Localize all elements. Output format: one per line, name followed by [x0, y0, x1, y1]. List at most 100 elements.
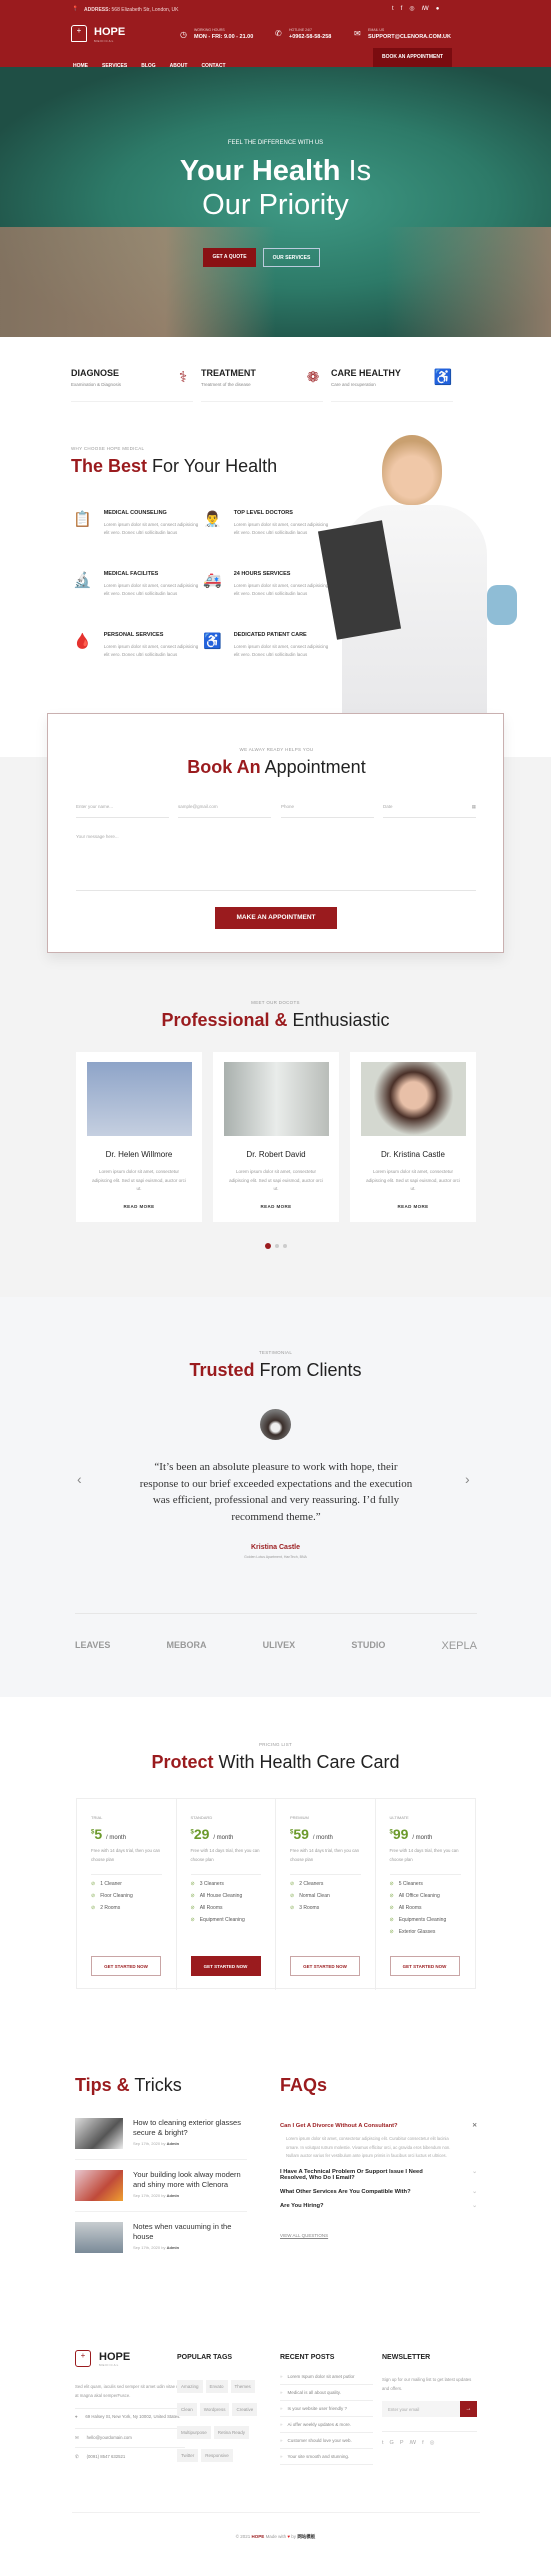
check-circle-icon: ⊘: [190, 1893, 195, 1899]
twitter-icon[interactable]: t: [392, 6, 401, 12]
post-item[interactable]: Your building look alway modern and shin…: [75, 2170, 247, 2212]
email-label: EMAIL US: [368, 28, 385, 32]
get-started-button[interactable]: GET STARTED NOW: [290, 1956, 360, 1976]
date-input[interactable]: Date ▦: [383, 804, 476, 818]
prev-arrow-icon[interactable]: ‹: [77, 1471, 82, 1487]
logo-leaves: LEAVES: [75, 1640, 111, 1650]
tag[interactable]: Multipurpose: [177, 2426, 211, 2439]
footer-email[interactable]: hello@yourdomain.com: [87, 2435, 132, 2441]
arrow-right-icon[interactable]: →: [460, 2401, 477, 2417]
view-all-questions-link[interactable]: VIEW ALL QUESTIONS: [280, 2233, 477, 2238]
email[interactable]: SUPPORT@CLENORA.COM.UK: [368, 34, 451, 40]
carousel-dots: [265, 1243, 287, 1249]
chevron-right-icon: »: [280, 2454, 283, 2459]
tag[interactable]: Clean: [177, 2403, 197, 2416]
phone-input[interactable]: Phone: [281, 804, 374, 818]
doctor-photo: [223, 1062, 329, 1136]
dribbble-icon[interactable]: ●: [436, 6, 447, 12]
chevron-down-icon[interactable]: ⌄: [472, 2169, 477, 2181]
footer-phone[interactable]: (0091) 8547 632521: [87, 2454, 126, 2460]
get-started-button[interactable]: GET STARTED NOW: [91, 1956, 161, 1976]
pricing-plan-trial: TRIAL $5 / month Free with 14 days trial…: [77, 1799, 177, 1990]
calendar-icon[interactable]: ▦: [472, 804, 476, 810]
tag[interactable]: Themes: [230, 2380, 255, 2393]
rss-icon[interactable]: ꟿ: [409, 2440, 422, 2446]
chevron-down-icon[interactable]: ⌄: [472, 2189, 477, 2195]
carousel-dot[interactable]: [275, 1244, 279, 1248]
faq-question-open[interactable]: Can I Get A Divorce Without A Consultant…: [280, 2123, 477, 2129]
post-title[interactable]: How to cleaning exterior glasses secure …: [133, 2118, 247, 2138]
get-started-button[interactable]: GET STARTED NOW: [190, 1956, 261, 1976]
facebook-icon[interactable]: f: [422, 2440, 430, 2446]
chevron-down-icon[interactable]: ⌄: [472, 2203, 477, 2209]
tag[interactable]: Twitter: [177, 2449, 199, 2462]
recent-post-link[interactable]: » Your site smooth and stunning.: [280, 2449, 373, 2465]
our-services-button[interactable]: OUR SERVICES: [263, 248, 320, 267]
logo-sub: MEDICAL: [94, 39, 115, 43]
tag[interactable]: Retina Ready: [213, 2426, 250, 2439]
footer-logo[interactable]: HOPE: [99, 2351, 130, 2363]
plan-feature: ⊘ Floor Cleaning: [91, 1893, 133, 1899]
book-appointment-button[interactable]: BOOK AN APPOINTMENT: [373, 48, 452, 67]
plan-name: TRIAL: [91, 1815, 103, 1820]
name-input[interactable]: Enter your name...: [76, 804, 169, 818]
newsletter-email-input[interactable]: Enter your email: [382, 2401, 460, 2417]
recent-post-link[interactable]: » Lorem Ispum dolor sit amet putlor: [280, 2369, 373, 2385]
hotline[interactable]: +0962-58-58-258: [289, 34, 331, 40]
read-more-link[interactable]: READ MORE: [76, 1204, 202, 1209]
tag[interactable]: Amazing: [177, 2380, 203, 2393]
phone-icon: ✆: [75, 2453, 79, 2459]
testimonial-eyebrow: TESTIMONIAL: [258, 1350, 293, 1355]
why-item: 👨‍⚕️ TOP LEVEL DOCTORS Lorem ipsum dolor s…: [203, 510, 329, 535]
recent-post-link[interactable]: » Medical is all about quality.: [280, 2385, 373, 2401]
hours-label: WORKING HOURS: [194, 28, 225, 32]
post-item[interactable]: Notes when vacuuming in the house Sep 17t…: [75, 2222, 247, 2263]
faqs-title: FAQs: [280, 2075, 328, 2095]
tag[interactable]: Responsive: [201, 2449, 233, 2462]
check-circle-icon: ⊘: [290, 1905, 295, 1911]
post-title[interactable]: Notes when vacuuming in the house: [133, 2222, 247, 2242]
recent-post-link[interactable]: » Ai offer weekly updates & more.: [280, 2417, 373, 2433]
check-circle-icon: ⊘: [389, 1929, 394, 1935]
google-plus-icon[interactable]: G: [390, 2440, 400, 2446]
close-icon[interactable]: ✕: [472, 2123, 477, 2129]
make-appointment-button[interactable]: MAKE AN APPOINTMENT: [215, 907, 337, 929]
recent-post-link[interactable]: » Customer should love your web.: [280, 2433, 373, 2449]
post-thumbnail[interactable]: [75, 2170, 123, 2201]
carousel-dot[interactable]: [283, 1244, 287, 1248]
tag[interactable]: Envato: [205, 2380, 228, 2393]
plan-description: Free with 14 days trial, then you can ch…: [190, 1847, 261, 1875]
tips-title: Tips & Tricks: [75, 2075, 182, 2095]
logo-studio: STUDIO: [351, 1640, 386, 1650]
faq-question[interactable]: What Other Services Are You Compatible W…: [280, 2189, 477, 2195]
dribbble-icon[interactable]: ◎: [430, 2440, 441, 2446]
carousel-dot-active[interactable]: [265, 1243, 271, 1249]
rss-icon[interactable]: ꟿ: [422, 6, 436, 12]
post-item[interactable]: How to cleaning exterior glasses secure …: [75, 2118, 247, 2160]
tag[interactable]: Wordpress: [199, 2403, 230, 2416]
instagram-icon[interactable]: ◎: [409, 6, 421, 12]
ambulance-icon: 🚑: [203, 572, 222, 589]
email-input[interactable]: sample@gmail.com: [178, 804, 271, 818]
post-title[interactable]: Your building look alway modern and shin…: [133, 2170, 247, 2190]
plan-feature: ⊘ All Office Cleaning: [389, 1893, 440, 1899]
read-more-link[interactable]: READ MORE: [213, 1204, 339, 1209]
recent-post-link[interactable]: » Is your website user friendly ?: [280, 2401, 373, 2417]
logo-ulivex: ULIVEX: [262, 1640, 296, 1650]
plan-feature: ⊘ Equipments Cleaning: [389, 1917, 447, 1923]
read-more-link[interactable]: READ MORE: [350, 1204, 476, 1209]
next-arrow-icon[interactable]: ›: [465, 1471, 470, 1487]
faq-question[interactable]: Are You Hiring? ⌄: [280, 2203, 477, 2209]
get-started-button[interactable]: GET STARTED NOW: [389, 1956, 460, 1976]
twitter-icon[interactable]: t: [382, 2440, 390, 2446]
post-thumbnail[interactable]: [75, 2118, 123, 2149]
tag[interactable]: Creative: [232, 2403, 258, 2416]
message-textarea[interactable]: Your message here...: [76, 834, 476, 891]
check-circle-icon: ⊘: [290, 1881, 295, 1887]
post-thumbnail[interactable]: [75, 2222, 123, 2253]
logo[interactable]: HOPE: [94, 26, 125, 38]
faq-question[interactable]: I Have A Technical Problem Or Support Is…: [280, 2169, 477, 2181]
chevron-right-icon: »: [280, 2374, 283, 2379]
get-quote-button[interactable]: GET A QUOTE: [203, 248, 256, 267]
doctor-card: Dr. Robert David Lorem ipsum dolor sit am…: [213, 1052, 339, 1222]
